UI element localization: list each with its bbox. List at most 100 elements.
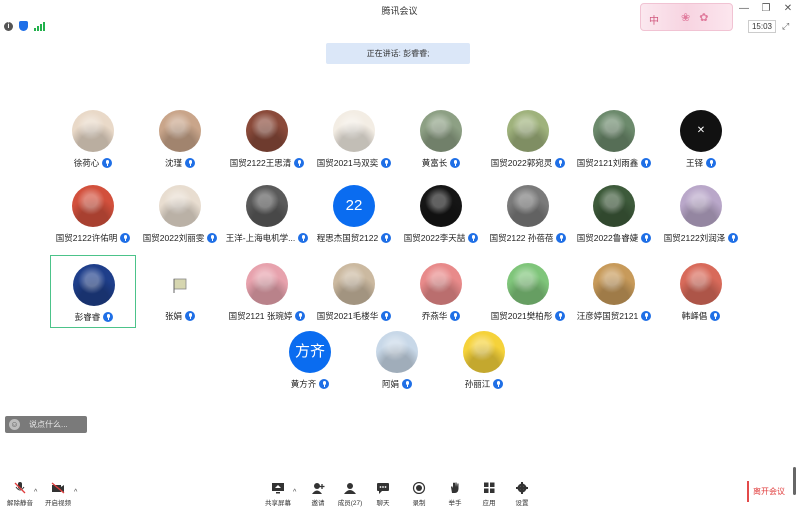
- participant-name: 国贸2121刘雨鑫: [576, 158, 639, 168]
- microphone-icon: [450, 158, 461, 168]
- close-icon[interactable]: ✕: [783, 3, 793, 14]
- avatar: [507, 110, 549, 152]
- avatar: [72, 185, 114, 227]
- participant-name: 国贸2022鲁睿婕: [576, 233, 639, 243]
- avatar: [593, 185, 635, 227]
- participant-tile[interactable]: 国贸2121 张琬婷: [224, 255, 310, 328]
- participant-tile[interactable]: ✕ 王铎: [658, 102, 744, 175]
- participant-tile[interactable]: 国贸2122刘润泽: [658, 177, 744, 250]
- avatar: [593, 110, 635, 152]
- participant-name: 国贸2122 孙蓓蓓: [489, 233, 554, 243]
- participant-tile[interactable]: 国贸2022李天喆: [398, 177, 484, 250]
- participant-tile[interactable]: 22 程思杰国贸2122: [311, 177, 397, 250]
- apps-grid-icon: [484, 482, 495, 493]
- participant-name: 程思杰国贸2122: [316, 233, 379, 243]
- record-label: 录制: [412, 500, 426, 507]
- microphone-icon: [402, 379, 412, 389]
- mute-caret-icon[interactable]: ^: [34, 489, 37, 496]
- participant-tile[interactable]: 国贸2021毛楼华: [311, 255, 397, 328]
- participant-name: 张娟: [164, 311, 182, 321]
- avatar: [246, 185, 288, 227]
- emoji-icon[interactable]: ☺: [9, 419, 20, 430]
- share-label: 共享屏幕: [265, 500, 291, 507]
- participant-tile[interactable]: 国贸2021马双奕: [311, 102, 397, 175]
- participant-tile[interactable]: 孙丽江: [441, 323, 527, 396]
- video-caret-icon[interactable]: ^: [74, 489, 77, 496]
- security-shield-icon[interactable]: [19, 21, 28, 31]
- participant-name: 阿娟: [381, 379, 399, 389]
- video-button[interactable]: 开启视频: [38, 482, 78, 507]
- participant-name: 彭睿睿: [74, 312, 101, 322]
- microphone-icon: [710, 311, 721, 321]
- participant-name: 国贸2022郭宛灵: [490, 158, 553, 168]
- avatar: [420, 263, 462, 305]
- expand-icon[interactable]: ⤢: [782, 21, 789, 32]
- participant-tile[interactable]: 韩峄倡: [658, 255, 744, 328]
- participant-name: 王铎: [685, 158, 703, 168]
- participant-tile[interactable]: 国贸2121刘雨鑫: [571, 102, 657, 175]
- avatar: [246, 110, 288, 152]
- participant-name: 王洋-上海电机学...: [225, 233, 296, 243]
- avatar: [159, 263, 201, 305]
- ime-toolbar[interactable]: 中 ❀ ✿: [640, 3, 733, 31]
- avatar: [376, 331, 418, 373]
- share-screen-icon: [272, 483, 284, 494]
- never-logo-icon: ✕: [696, 125, 706, 136]
- meeting-status: i: [4, 21, 45, 31]
- avatar-initials: 方齐: [294, 343, 325, 360]
- participant-tile[interactable]: 国贸2122王思清: [224, 102, 310, 175]
- participant-name: 徐荷心: [73, 158, 100, 168]
- network-signal-icon[interactable]: [34, 21, 45, 31]
- record-button[interactable]: 录制: [399, 482, 439, 507]
- participant-tile[interactable]: 方齐黄方齐: [267, 323, 353, 396]
- invite-user-icon: [312, 483, 325, 494]
- participant-tile[interactable]: 张娟: [137, 255, 223, 328]
- participant-tile[interactable]: 彭睿睿: [50, 255, 136, 328]
- meeting-toolbar: 解除静音 ^ 开启视频 ^ 共享屏幕 ^ 邀请 成员(27) 聊天 录制 举手 …: [0, 476, 799, 508]
- participant-tile[interactable]: 国贸2022鲁睿婕: [571, 177, 657, 250]
- microphone-icon: [728, 233, 739, 243]
- avatar: [507, 263, 549, 305]
- restore-icon[interactable]: ❐: [761, 3, 771, 14]
- participant-tile[interactable]: 国贸2122许佑明: [50, 177, 136, 250]
- participant-tile[interactable]: 王洋-上海电机学...: [224, 177, 310, 250]
- info-icon[interactable]: i: [4, 21, 13, 31]
- microphone-icon: [103, 312, 114, 322]
- chat-input[interactable]: ☺ 说点什么...: [5, 416, 87, 433]
- share-caret-icon[interactable]: ^: [293, 489, 296, 496]
- participant-tile[interactable]: 乔燕华: [398, 255, 484, 328]
- microphone-icon: [185, 158, 195, 168]
- avatar: [159, 110, 201, 152]
- avatar: [420, 185, 462, 227]
- ime-mode[interactable]: 中: [649, 12, 659, 27]
- minimize-icon[interactable]: —: [739, 3, 749, 14]
- participant-name-row: 韩峄倡: [646, 310, 756, 322]
- leave-meeting-button[interactable]: 离开会议: [747, 481, 789, 502]
- chat-icon: [377, 483, 389, 494]
- participant-name-row: 王铎: [646, 157, 756, 169]
- microphone-icon: [493, 379, 504, 389]
- participant-tile[interactable]: 汪彦婷国贸2121: [571, 255, 657, 328]
- settings-button[interactable]: 设置: [502, 482, 542, 507]
- avatar: [680, 185, 722, 227]
- participant-tile[interactable]: 黄富长: [398, 102, 484, 175]
- microphone-icon: [706, 158, 716, 168]
- participant-tile[interactable]: 徐荷心: [50, 102, 136, 175]
- avatar: [593, 263, 635, 305]
- avatar-initials: 22: [345, 197, 363, 214]
- participant-tile[interactable]: 沈瑾: [137, 102, 223, 175]
- avatar: [420, 110, 462, 152]
- participant-name-row: 国贸2122刘润泽: [646, 232, 756, 244]
- settings-label: 设置: [515, 500, 529, 507]
- chat-button[interactable]: 聊天: [363, 482, 403, 507]
- avatar: ✕: [680, 110, 722, 152]
- participant-name: 黄方齐: [290, 379, 317, 389]
- scrollbar-thumb[interactable]: [793, 467, 796, 495]
- flag-icon: [173, 278, 187, 293]
- participant-tile[interactable]: 国贸2022刘丽雯: [137, 177, 223, 250]
- participant-name: 国贸2021毛楼华: [316, 311, 379, 321]
- meeting-clock: 15:03: [748, 20, 776, 33]
- participant-tile[interactable]: 阿娟: [354, 323, 440, 396]
- participant-name: 国贸2122王思清: [229, 158, 292, 168]
- share-screen-button[interactable]: 共享屏幕: [258, 482, 298, 507]
